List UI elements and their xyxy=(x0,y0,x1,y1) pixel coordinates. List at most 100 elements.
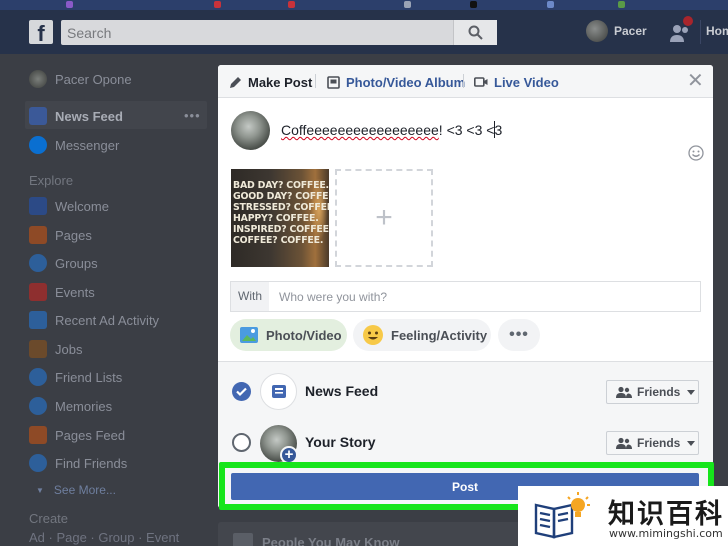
tag-friends-row: With xyxy=(230,281,701,312)
sidebar-item-news-feed[interactable]: News Feed xyxy=(29,105,123,127)
more-options-button[interactable]: ••• xyxy=(498,319,540,351)
sidebar-item-label: Find Friends xyxy=(55,455,128,471)
notification-badge xyxy=(683,16,693,26)
memories-icon xyxy=(29,397,47,415)
checked-radio-icon[interactable] xyxy=(232,382,251,401)
people-you-may-know-title: People You May Know xyxy=(262,535,400,546)
create-post-dialog: Make Post Photo/Video Album Live Video ✕… xyxy=(218,65,713,508)
sidebar-item-pages[interactable]: Pages xyxy=(29,224,92,246)
tab-photo-video-album[interactable]: Photo/Video Album xyxy=(327,74,465,90)
sidebar-item-label: Pages xyxy=(55,227,92,243)
sidebar-item-messenger[interactable]: Messenger xyxy=(29,134,119,156)
plus-icon: + xyxy=(375,201,393,234)
chevron-down-icon xyxy=(687,389,696,395)
sidebar-section-explore: Explore xyxy=(29,173,74,188)
friends-icon xyxy=(616,437,632,449)
friends-icon xyxy=(616,386,632,398)
search-input[interactable] xyxy=(67,20,447,45)
audience-selector[interactable]: Friends xyxy=(606,431,699,455)
share-target-your-story[interactable]: + Your Story Friends xyxy=(218,417,713,467)
sidebar-item-events[interactable]: Events xyxy=(29,281,95,303)
calendar-icon xyxy=(29,283,47,301)
friend-lists-icon xyxy=(29,368,47,386)
share-target-news-feed[interactable]: News Feed Friends xyxy=(218,366,713,416)
sidebar-item-label: Recent Ad Activity xyxy=(55,312,160,328)
photo-text-line: COFFEE? COFFEE. xyxy=(233,235,324,246)
photo-text-line: INSPIRED? COFFEE. xyxy=(233,224,329,235)
share-target-label: News Feed xyxy=(305,383,379,399)
tab-favicon[interactable] xyxy=(214,1,221,8)
share-target-label: Your Story xyxy=(305,434,376,450)
book-lightbulb-logo-icon xyxy=(534,492,590,539)
facebook-icon xyxy=(29,197,47,215)
tab-label: Photo/Video Album xyxy=(346,74,466,90)
audience-label: Friends xyxy=(637,436,681,450)
sidebar-profile[interactable]: Pacer Opone xyxy=(29,68,132,90)
action-label: Feeling/Activity xyxy=(391,327,488,343)
avatar[interactable] xyxy=(586,20,608,42)
attached-photo[interactable]: BAD DAY? COFFEE. GOOD DAY? COFFEE. STRES… xyxy=(231,169,329,267)
chevron-down-icon xyxy=(687,440,696,446)
tab-live-video[interactable]: Live Video xyxy=(474,74,559,90)
sidebar-item-label: Events xyxy=(55,284,95,300)
sidebar-item-memories[interactable]: Memories xyxy=(29,395,112,417)
sidebar-item-recent-ad-activity[interactable]: Recent Ad Activity xyxy=(29,309,159,331)
sidebar-item-welcome[interactable]: Welcome xyxy=(29,195,109,217)
photo-video-button[interactable]: Photo/Video xyxy=(230,319,347,351)
page-background-right xyxy=(713,54,728,546)
video-camera-icon xyxy=(474,77,488,87)
audience-selector[interactable]: Friends xyxy=(606,380,699,404)
watermark-url: www.mimingshi.com xyxy=(609,527,723,540)
search-box xyxy=(61,20,497,45)
tag-friends-input[interactable] xyxy=(279,282,679,311)
sidebar-item-groups[interactable]: Groups xyxy=(29,252,98,274)
sidebar-item-find-friends[interactable]: Find Friends xyxy=(29,452,127,474)
chevron-down-icon: ▼ xyxy=(36,485,44,495)
flag-icon xyxy=(29,226,47,244)
create-links[interactable]: Ad · Page · Group · Event xyxy=(29,530,179,545)
sidebar-item-label: Messenger xyxy=(55,137,120,153)
add-photo-button[interactable]: + xyxy=(335,169,433,267)
sidebar-item-jobs[interactable]: Jobs xyxy=(29,338,82,360)
ad-activity-icon xyxy=(29,311,47,329)
more-options-icon[interactable]: ••• xyxy=(184,108,201,123)
feeling-activity-button[interactable]: Feeling/Activity xyxy=(353,319,491,351)
tab-favicon[interactable] xyxy=(618,1,625,8)
top-navigation-bar: f Pacer Home xyxy=(0,10,728,54)
tab-label: Make Post xyxy=(248,74,313,90)
sidebar-item-pages-feed[interactable]: Pages Feed xyxy=(29,424,125,446)
audience-label: Friends xyxy=(637,385,681,399)
unchecked-radio-icon[interactable] xyxy=(232,433,251,452)
post-type-tabs: Make Post Photo/Video Album Live Video ✕ xyxy=(218,65,713,98)
smiley-icon xyxy=(363,325,383,345)
tab-favicon[interactable] xyxy=(547,1,554,8)
avatar xyxy=(29,70,47,88)
emoji-icon[interactable] xyxy=(688,145,704,161)
watermark: 知识百科 www.mimingshi.com xyxy=(518,486,728,546)
pages-feed-icon xyxy=(29,426,47,444)
tab-favicon[interactable] xyxy=(288,1,295,8)
sidebar-item-friend-lists[interactable]: Friend Lists xyxy=(29,366,122,388)
sidebar-item-label: Groups xyxy=(55,255,98,271)
see-more-link[interactable]: ▼ See More... xyxy=(36,479,116,501)
browser-tab-strip xyxy=(0,0,728,10)
tab-favicon[interactable] xyxy=(404,1,411,8)
sidebar-item-label: News Feed xyxy=(55,108,123,124)
misspelled-word: Coffeeeeeeeeeeeeeeeee xyxy=(281,122,439,138)
sidebar-item-label: Welcome xyxy=(55,198,109,214)
post-text-input[interactable]: Coffeeeeeeeeeeeeeeeee! <3 <3 <3 xyxy=(281,122,502,138)
photo-text-line: STRESSED? COFFEE. xyxy=(233,202,329,213)
tab-favicon[interactable] xyxy=(66,1,73,8)
tab-make-post[interactable]: Make Post xyxy=(229,74,312,90)
facebook-logo-icon[interactable]: f xyxy=(29,20,53,44)
watermark-title: 知识百科 xyxy=(608,499,724,530)
close-icon[interactable]: ✕ xyxy=(687,71,704,91)
search-icon xyxy=(468,25,483,40)
tab-favicon[interactable] xyxy=(470,1,477,8)
profile-link[interactable]: Pacer xyxy=(614,24,647,38)
search-button[interactable] xyxy=(453,20,497,45)
messenger-icon xyxy=(29,136,47,154)
sidebar-section-create: Create xyxy=(29,511,69,526)
pencil-icon xyxy=(230,76,241,88)
home-link[interactable]: Home xyxy=(706,24,728,38)
